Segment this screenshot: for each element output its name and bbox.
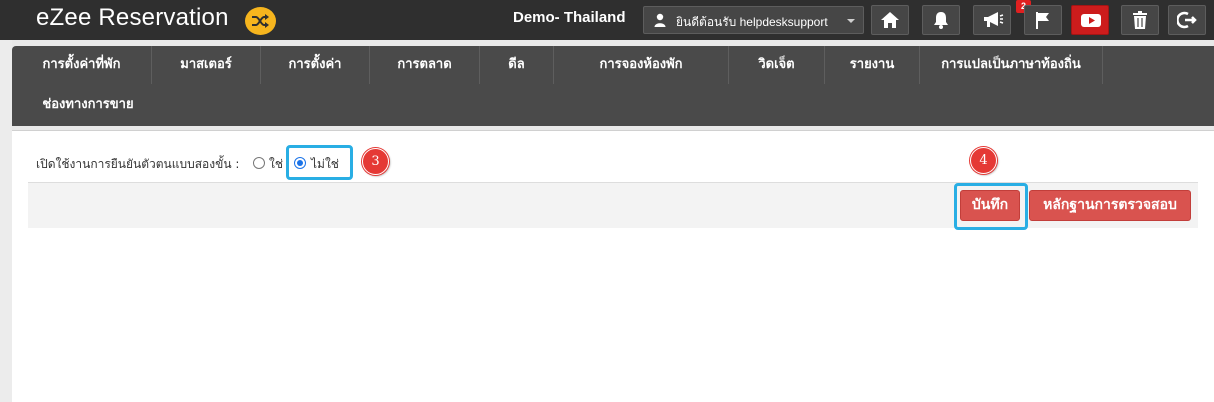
flag-button[interactable] — [1024, 5, 1062, 35]
highlight-box-no-option — [286, 145, 353, 180]
step-marker-3: 3 — [362, 148, 389, 175]
top-bar: eZee Reservation Demo- Thailand ยินดีต้อ… — [0, 0, 1214, 40]
nav-item-deals[interactable]: ดีล — [480, 46, 554, 84]
nav-item-property-setup[interactable]: การตั้งค่าที่พัก — [12, 46, 152, 84]
page-margin — [0, 40, 12, 402]
nav-item-localization[interactable]: การแปลเป็นภาษาท้องถิ่น — [920, 46, 1103, 84]
two-factor-yes-label[interactable]: ใช่ — [269, 155, 283, 174]
property-name: Demo- Thailand — [513, 9, 626, 26]
step-marker-4: 4 — [970, 147, 997, 174]
audit-trail-button[interactable]: หลักฐานการตรวจสอบ — [1029, 190, 1191, 221]
nav-item-reservations[interactable]: การจองห้องพัก — [554, 46, 729, 84]
chevron-down-icon — [847, 19, 855, 23]
youtube-button[interactable] — [1071, 5, 1109, 35]
app-title: eZee Reservation — [36, 4, 229, 31]
announcements-button[interactable] — [973, 5, 1011, 35]
nav-item-widgets[interactable]: วิดเจ็ต — [729, 46, 825, 84]
save-button[interactable]: บันทึก — [960, 190, 1020, 221]
two-factor-yes-radio[interactable] — [253, 157, 265, 169]
home-button[interactable] — [871, 5, 909, 35]
two-factor-label: เปิดใช้งานการยืนยันตัวตนแบบสองขั้น : — [36, 157, 240, 171]
notifications-button[interactable] — [922, 5, 960, 35]
logout-button[interactable] — [1168, 5, 1206, 35]
user-menu-button[interactable]: ยินดีต้อนรับ helpdesksupport — [643, 6, 864, 34]
switch-property-button[interactable] — [245, 7, 276, 35]
nav-item-reports[interactable]: รายงาน — [825, 46, 920, 84]
nav-item-marketing[interactable]: การตลาด — [370, 46, 480, 84]
recycle-bin-button[interactable] — [1121, 5, 1159, 35]
user-icon — [654, 13, 666, 30]
nav-item-settings[interactable]: การตั้งค่า — [261, 46, 370, 84]
nav-item-sales-channels[interactable]: ช่องทางการขาย — [12, 86, 164, 124]
user-greeting: ยินดีต้อนรับ helpdesksupport — [676, 15, 828, 29]
nav-item-master[interactable]: มาสเตอร์ — [152, 46, 261, 84]
main-navigation: การตั้งค่าที่พัก มาสเตอร์ การตั้งค่า การ… — [12, 46, 1214, 126]
